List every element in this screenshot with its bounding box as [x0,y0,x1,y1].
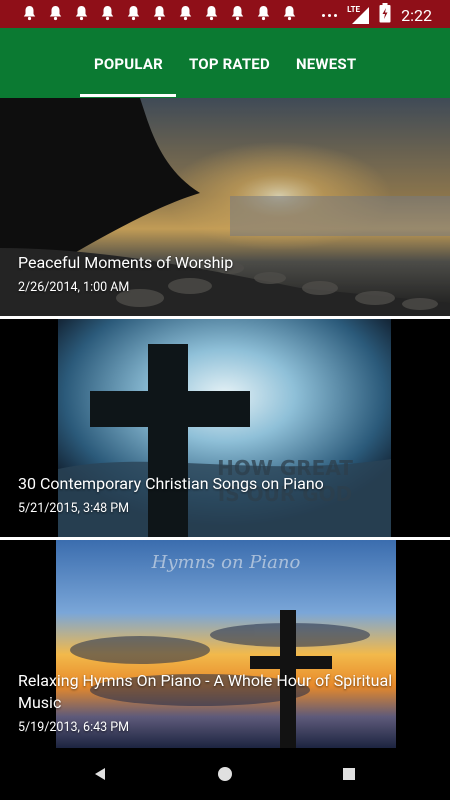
tab-newest[interactable]: NEWEST [296,55,356,73]
bell-icon [176,4,194,22]
video-list[interactable]: Peaceful Moments of Worship 2/26/2014, 1… [0,98,450,748]
tab-indicator [80,94,176,97]
battery-icon [379,3,391,27]
home-circle-icon [218,767,232,781]
tab-bar: POPULAR TOP RATED NEWEST [0,28,450,98]
home-button[interactable] [211,760,239,788]
video-card[interactable]: Peaceful Moments of Worship 2/26/2014, 1… [0,98,450,316]
video-title: Relaxing Hymns On Piano - A Whole Hour o… [18,671,393,712]
video-card[interactable]: Hymns on Piano Relaxing Hymns On Piano -… [0,540,450,748]
tab-popular[interactable]: POPULAR [94,55,163,73]
video-title: Peaceful Moments of Worship [18,253,234,272]
back-triangle-icon [95,768,105,780]
video-date: 2/26/2014, 1:00 AM [18,280,130,295]
video-thumbnail: Hymns on Piano [0,540,450,748]
navigation-bar [0,748,450,800]
bell-icon [20,4,38,22]
recents-button[interactable] [335,760,363,788]
video-date: 5/19/2013, 6:43 PM [18,720,130,735]
back-button[interactable] [86,760,114,788]
bell-icon [228,4,246,22]
notification-icons [20,4,298,22]
video-card[interactable]: HOW GREAT IS OUR GOD 30 Contemporary Chr… [0,319,450,537]
bell-icon [98,4,116,22]
svg-text:Hymns on Piano: Hymns on Piano [151,552,301,573]
bell-icon [254,4,272,22]
lte-signal-icon: LTE [347,5,370,25]
bell-icon [72,4,90,22]
more-icon [322,13,338,17]
bell-icon [46,4,64,22]
bell-icon [202,4,220,22]
clock: 2:22 [401,5,432,25]
status-bar: LTE 2:22 [0,0,450,28]
bell-icon [280,4,298,22]
recents-square-icon [343,768,355,780]
video-title: 30 Contemporary Christian Songs on Piano [18,474,324,493]
video-date: 5/21/2015, 3:48 PM [18,501,130,516]
bell-icon [124,4,142,22]
tab-top-rated[interactable]: TOP RATED [189,55,270,73]
bell-icon [150,4,168,22]
